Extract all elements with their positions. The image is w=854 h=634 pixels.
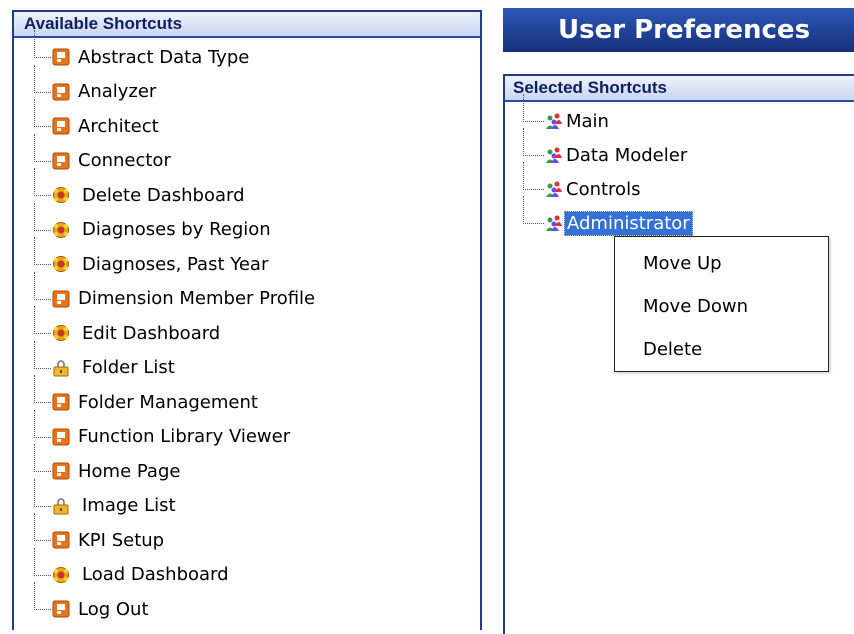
tree-connector (34, 513, 51, 542)
available-shortcut-item[interactable]: Connector (52, 144, 173, 178)
app-tile-icon (52, 531, 70, 549)
app-tile-icon (52, 393, 70, 411)
selected-shortcut-label: Controls (566, 178, 641, 200)
users-group-icon (545, 180, 563, 198)
available-shortcut-item[interactable]: Image List (52, 489, 178, 523)
available-shortcut-item[interactable]: Folder Management (52, 385, 260, 419)
available-shortcut-item[interactable]: Diagnoses by Region (52, 213, 273, 247)
available-shortcut-label: Load Dashboard (82, 564, 229, 585)
available-shortcut-item[interactable]: Delete Dashboard (52, 178, 247, 212)
available-shortcut-item[interactable]: Folder List (52, 351, 177, 385)
available-shortcut-label: Folder Management (78, 391, 258, 413)
dashboard-gear-icon (52, 221, 70, 239)
move-down-menu-item[interactable]: Move Down (643, 292, 748, 322)
available-shortcut-item[interactable]: Diagnoses, Past Year (52, 247, 270, 281)
available-shortcut-label: Function Library Viewer (78, 426, 291, 447)
available-shortcut-label: Log Out (78, 598, 149, 620)
app-tile-icon (52, 152, 70, 170)
app-tile-icon (52, 117, 70, 135)
selected-shortcut-item[interactable]: Controls (545, 172, 642, 206)
dashboard-gear-icon (52, 186, 70, 204)
available-shortcuts-header: Available Shortcuts (14, 12, 480, 38)
tree-connector (34, 271, 51, 300)
available-shortcut-label: Home Page (78, 460, 181, 482)
available-shortcut-label: KPI Setup (78, 529, 165, 551)
app-tile-icon (52, 83, 70, 101)
available-shortcut-item[interactable]: Function Library Viewer (52, 420, 292, 454)
users-group-icon (545, 146, 563, 164)
app-tile-icon (52, 462, 70, 480)
tree-connector (34, 478, 51, 507)
tree-connector (34, 237, 51, 266)
selected-shortcut-label: Data Modeler (566, 144, 688, 166)
selected-shortcuts-header: Selected Shortcuts (505, 76, 854, 102)
tree-connector (34, 202, 51, 231)
available-shortcut-label: Diagnoses, Past Year (82, 253, 269, 275)
tree-connector (34, 30, 51, 59)
available-shortcut-label: Delete Dashboard (82, 184, 245, 206)
app-tile-icon (52, 48, 70, 66)
move-up-menu-item[interactable]: Move Up (643, 249, 722, 279)
tree-connector (34, 64, 51, 93)
available-shortcuts-panel: Available Shortcuts Abstract Data Type An… (12, 10, 482, 630)
selected-shortcut-item[interactable]: Data Modeler (545, 138, 689, 172)
available-shortcut-item[interactable]: Architect (52, 109, 161, 143)
available-shortcut-item[interactable]: Edit Dashboard (52, 316, 222, 350)
app-tile-icon (52, 290, 70, 308)
users-group-icon (545, 214, 563, 232)
tree-connector (34, 582, 51, 611)
available-shortcut-item[interactable]: Analyzer (52, 75, 158, 109)
tree-connector (34, 133, 51, 162)
tree-connector (34, 99, 51, 128)
tree-connector (523, 162, 544, 190)
tree-connector (523, 196, 544, 224)
available-shortcut-label: Dimension Member Profile (78, 288, 316, 309)
available-shortcut-item[interactable]: KPI Setup (52, 523, 166, 557)
delete-menu-item[interactable]: Delete (643, 335, 702, 365)
selected-shortcut-item[interactable]: Administrator (545, 206, 693, 240)
app-tile-icon (52, 600, 70, 618)
tree-connector (34, 306, 51, 335)
available-shortcut-label: Abstract Data Type (78, 46, 250, 68)
folder-lock-icon (52, 497, 70, 515)
available-shortcut-label: Folder List (82, 357, 175, 378)
tree-connector (34, 168, 51, 197)
app-tile-icon (52, 428, 70, 446)
available-shortcut-label: Architect (78, 115, 159, 137)
available-shortcut-item[interactable]: Load Dashboard (52, 558, 231, 592)
tree-connector (523, 128, 544, 156)
page-title: User Preferences (503, 8, 854, 52)
tree-connector (34, 444, 51, 473)
dashboard-gear-icon (52, 566, 70, 584)
available-shortcut-label: Analyzer (78, 81, 157, 102)
selected-shortcut-label: Administrator (564, 210, 693, 236)
tree-connector (523, 94, 544, 122)
tree-connector (34, 409, 51, 438)
available-shortcut-label: Edit Dashboard (82, 322, 221, 344)
available-shortcut-item[interactable]: Log Out (52, 592, 151, 626)
context-menu: Move Up Move Down Delete (614, 236, 829, 372)
dashboard-gear-icon (52, 324, 70, 342)
available-shortcut-label: Image List (82, 495, 176, 516)
available-shortcut-item[interactable]: Dimension Member Profile (52, 282, 317, 316)
available-shortcut-item[interactable]: Home Page (52, 454, 182, 488)
selected-shortcut-item[interactable]: Main (545, 104, 611, 138)
dashboard-gear-icon (52, 255, 70, 273)
tree-connector (34, 547, 51, 576)
tree-connector (34, 375, 51, 404)
tree-connector (34, 340, 51, 369)
users-group-icon (545, 112, 563, 130)
selected-shortcut-label: Main (566, 110, 609, 132)
folder-lock-icon (52, 359, 70, 377)
available-shortcut-label: Diagnoses by Region (82, 219, 271, 240)
available-shortcut-item[interactable]: Abstract Data Type (52, 40, 251, 74)
available-shortcut-label: Connector (78, 150, 171, 171)
